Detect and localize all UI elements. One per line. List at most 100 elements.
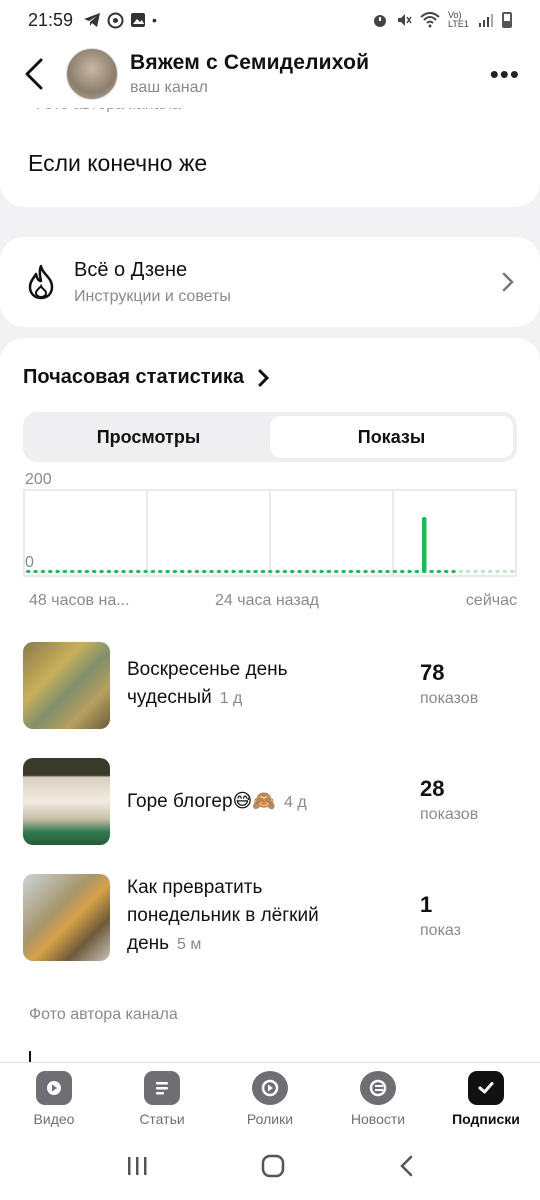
back-button[interactable] [20,54,48,94]
chart-bar[interactable] [480,570,486,573]
back-nav-icon[interactable] [397,1154,415,1178]
chart-bar[interactable] [370,570,376,573]
system-icons: Vo) LTE1 [372,11,512,29]
chart-bar[interactable] [356,570,361,573]
chart-bar[interactable] [194,570,200,573]
more-options-button[interactable]: ••• [490,59,520,90]
nav-label: Статьи [139,1111,185,1127]
channel-avatar[interactable] [66,48,118,100]
chart-bar[interactable] [495,570,500,573]
post-count-unit: показ [420,922,461,939]
chart-bar[interactable] [48,570,53,573]
chart-bar[interactable] [260,570,266,573]
chart-bar[interactable] [341,570,346,573]
chart-bar[interactable] [312,570,317,573]
chart-bar[interactable] [99,570,104,573]
chart-bar[interactable] [488,570,493,573]
tab-impressions[interactable]: Показы [270,416,513,458]
chart-bar[interactable] [224,570,229,573]
chart-bar[interactable] [187,570,192,573]
nav-video[interactable]: Видео [0,1063,108,1132]
chart-bar[interactable] [231,570,236,573]
nav-articles[interactable]: Статьи [108,1063,216,1132]
chart-bar[interactable] [106,570,112,573]
chart-bar[interactable] [158,570,163,573]
chart-bar[interactable] [202,570,207,573]
list-item[interactable]: Воскресенье день чудесный 1 д 78 показов [23,642,517,732]
chart-bar[interactable] [62,570,68,573]
chart-bar[interactable] [378,570,383,573]
chart-bar[interactable] [26,570,31,573]
chart-bar[interactable] [436,570,442,573]
nav-clips[interactable]: Ролики [216,1063,324,1132]
chart-bar[interactable] [290,570,295,573]
chevron-right-icon [258,369,270,386]
chart-bar[interactable] [334,570,339,573]
chart-bar[interactable] [363,570,368,573]
recent-apps-icon[interactable] [125,1155,149,1177]
chart-bar[interactable] [77,570,82,573]
post-card[interactable]: Фото автора канала Если конечно же [0,100,540,207]
chart-bar[interactable] [84,570,90,573]
chart-bar[interactable] [92,570,97,573]
y-tick-min: 0 [25,554,34,571]
chart-bar[interactable] [40,570,46,573]
chart-bar[interactable] [429,570,434,573]
chart-bar[interactable] [466,570,471,573]
chart-bar[interactable] [268,570,273,573]
chart-bar[interactable] [348,570,354,573]
chart-bar[interactable] [319,570,324,573]
chart-bar[interactable] [246,570,251,573]
chart-bar[interactable] [136,570,141,573]
chart-bar[interactable] [275,570,280,573]
chart-bar[interactable] [55,570,60,573]
chart-bar[interactable] [414,570,420,573]
list-item[interactable]: Как превратить понедельник в лёгкий день… [23,874,517,964]
chart-bar[interactable] [282,570,288,573]
chart-bar[interactable] [385,570,390,573]
about-zen-title: Всё о Дзене [74,258,188,281]
status-time: 21:59 [28,9,74,30]
nav-subscriptions[interactable]: Подписки [432,1063,540,1132]
chart-bar[interactable] [165,570,170,573]
chart-bar[interactable] [216,570,222,573]
chart-bar[interactable] [502,570,508,573]
chart-bar[interactable] [422,517,427,573]
home-icon[interactable] [260,1153,286,1179]
chart-bar[interactable] [253,570,258,573]
chart-bar[interactable] [326,570,332,573]
chart-bar[interactable] [70,570,75,573]
chart-bar[interactable] [121,570,126,573]
chart-bar[interactable] [510,570,515,573]
chart-bar[interactable] [33,570,38,573]
chart-bar[interactable] [458,570,464,573]
chart-bar[interactable] [304,570,310,573]
hourly-stats-title: Почасовая статистика [23,366,245,388]
about-zen-card[interactable]: Всё о Дзене Инструкции и советы [0,237,540,327]
chart-bar[interactable] [392,570,398,573]
chart-bar[interactable] [451,570,456,573]
dot-icon: • [152,12,157,28]
post-count-unit: показов [420,806,479,823]
x-tick-start: 48 часов на... [29,592,130,609]
chart-bar[interactable] [143,570,148,573]
fire-icon [28,264,54,300]
nav-news[interactable]: Новости [324,1063,432,1132]
chart-bar[interactable] [444,570,449,573]
hourly-stats-link[interactable]: Почасовая статистика [23,366,270,389]
list-item[interactable]: Горе блогер😅🙈 4 д 28 показов [23,758,517,848]
chart-bar[interactable] [128,570,134,573]
chart-bar[interactable] [209,570,214,573]
post-age: 5 м [177,936,202,953]
chart-bar[interactable] [473,570,478,573]
chart-bar[interactable] [400,570,405,573]
tab-views[interactable]: Просмотры [27,416,270,458]
post-thumbnail [23,874,110,961]
chart-bar[interactable] [238,570,244,573]
chart-bar[interactable] [172,570,178,573]
chart-bar[interactable] [150,570,156,573]
chart-bar[interactable] [297,570,302,573]
chart-bar[interactable] [407,570,412,573]
chart-bar[interactable] [114,570,119,573]
chart-bar[interactable] [180,570,185,573]
